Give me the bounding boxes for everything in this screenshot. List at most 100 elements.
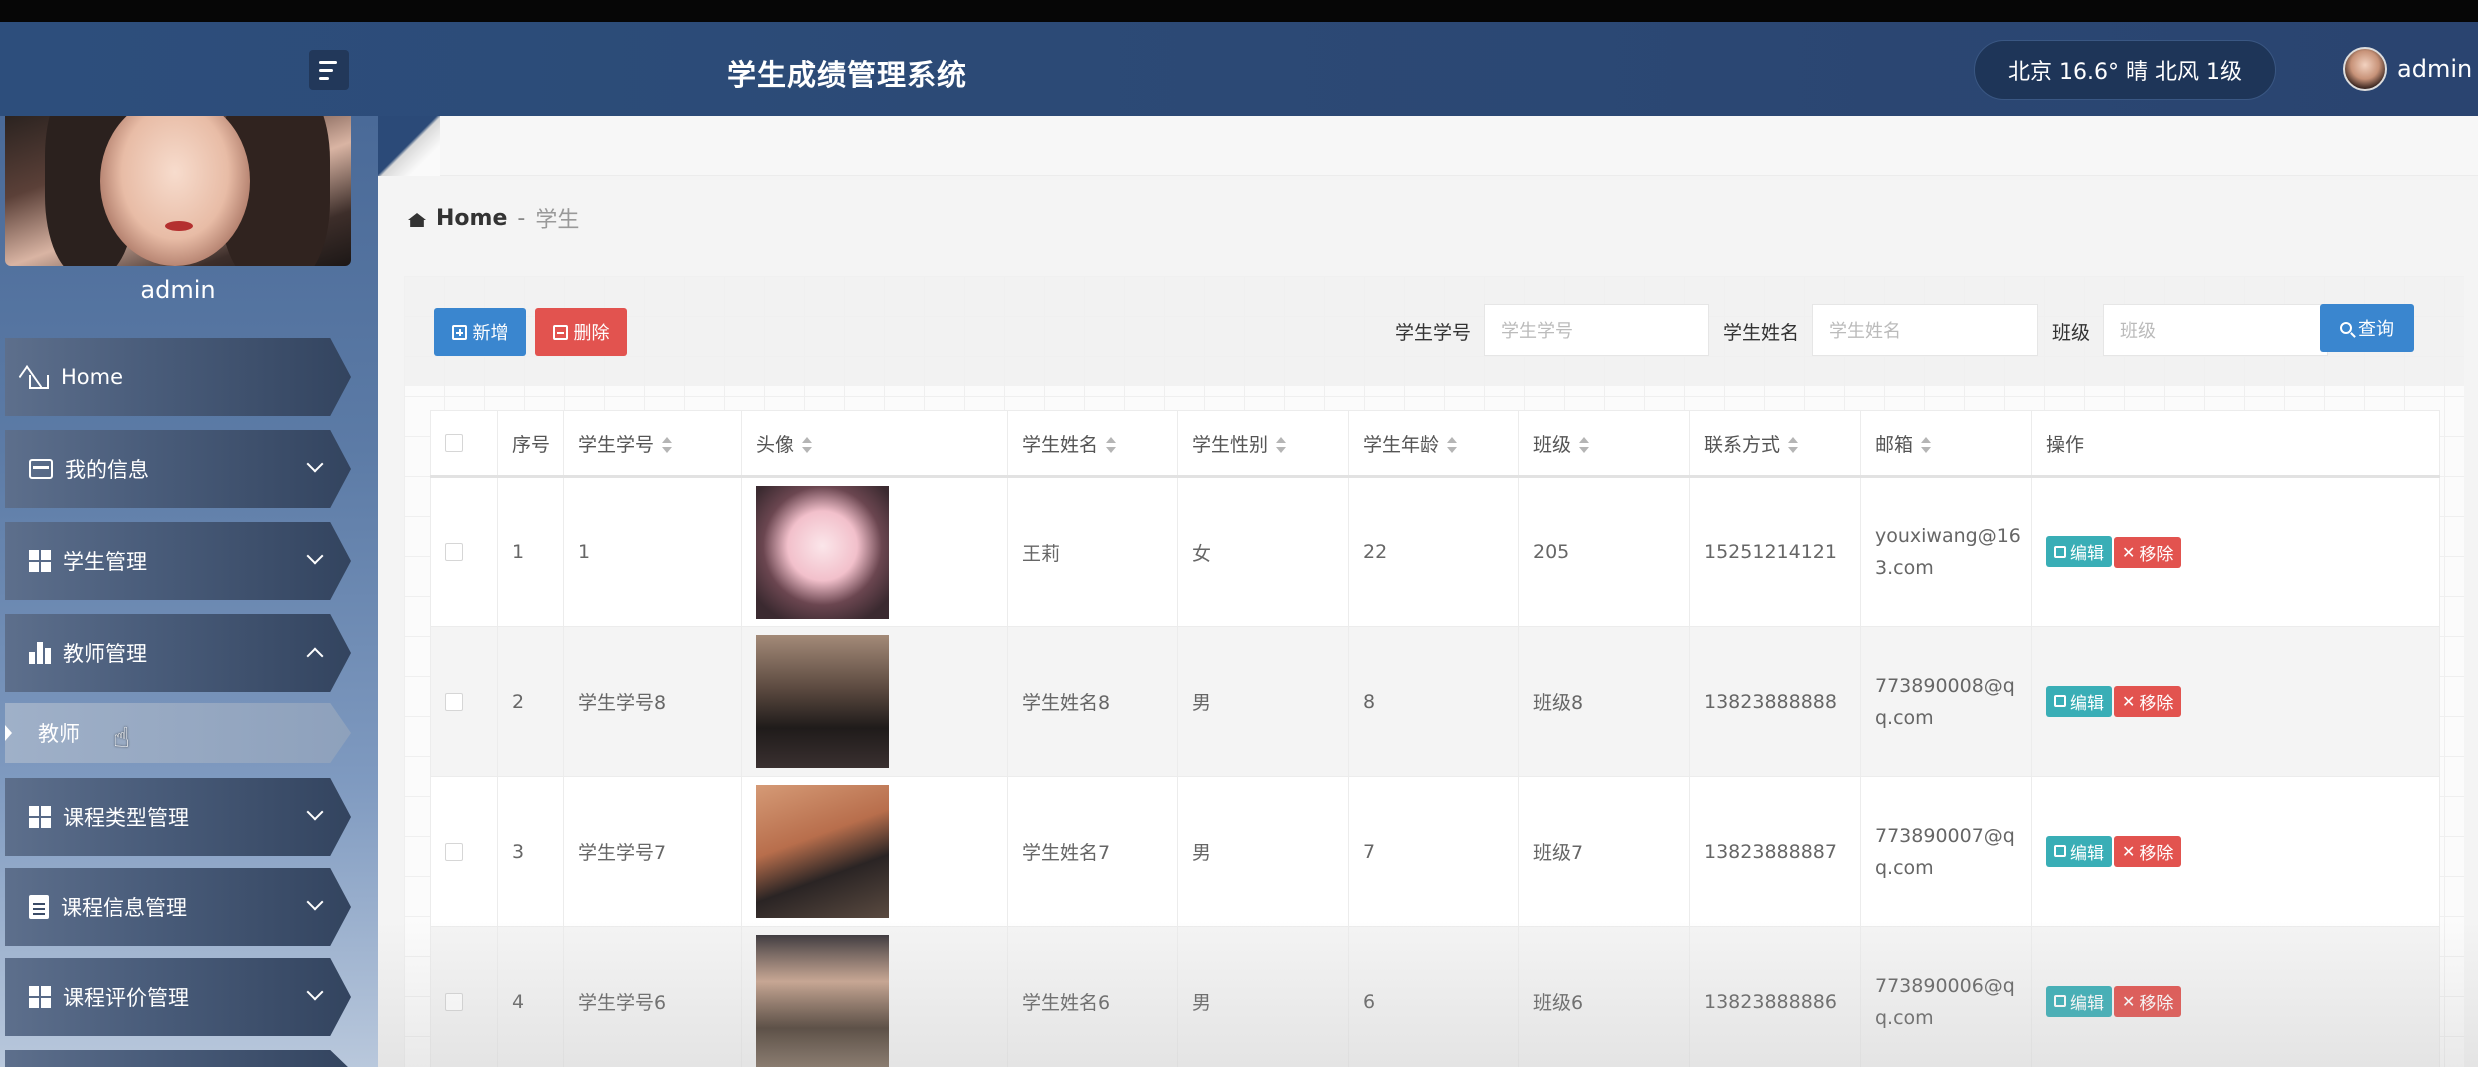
- menu-toggle-icon[interactable]: [309, 50, 349, 90]
- row-checkbox[interactable]: [445, 543, 463, 561]
- select-all-checkbox[interactable]: [445, 434, 463, 452]
- student-avatar-image: [756, 485, 889, 619]
- profile-photo: [5, 116, 351, 266]
- col-header-phone[interactable]: 联系方式: [1689, 410, 1861, 478]
- edit-button[interactable]: 编辑: [2046, 536, 2112, 568]
- class-input[interactable]: 班级: [2103, 304, 2328, 356]
- sidebar-item-home[interactable]: Home: [5, 338, 351, 416]
- user-menu[interactable]: admin ▼: [2343, 46, 2478, 92]
- sidebar-item-teacher-mgmt[interactable]: 教师管理: [5, 614, 351, 692]
- chevron-down-icon: [306, 893, 324, 911]
- sidebar-item-my-info[interactable]: 我的信息: [5, 430, 351, 508]
- cell-email: 773890006@qq.com: [1875, 974, 2015, 1029]
- sidebar-subitem-teacher[interactable]: 教师: [5, 703, 351, 763]
- breadcrumb-home[interactable]: Home: [436, 206, 507, 231]
- remove-button[interactable]: ✕ 移除: [2114, 986, 2182, 1018]
- edit-icon: [2054, 845, 2066, 858]
- filter-label-student-id: 学生学号: [1395, 322, 1472, 344]
- cell-student-name: 王莉: [1007, 476, 1178, 627]
- cell-student-name: 学生姓名7: [1007, 776, 1178, 927]
- cell-phone: 15251214121: [1689, 476, 1861, 627]
- cell-class: 205: [1518, 476, 1690, 627]
- close-icon: ✕: [2122, 542, 2136, 562]
- sort-icon[interactable]: [1788, 437, 1799, 453]
- col-header-actions: 操作: [2031, 410, 2440, 478]
- breadcrumb: Home - 学生: [408, 202, 579, 234]
- cell-phone: 13823888886: [1689, 926, 1861, 1067]
- main-content: Home - 学生 新增 删除 学生学号 学生学号 学生姓名 学生姓名 班级 班…: [378, 116, 2478, 1067]
- cell-student-id: 1: [563, 476, 742, 627]
- edit-button[interactable]: 编辑: [2046, 835, 2112, 867]
- student-avatar-image: [756, 935, 889, 1067]
- sidebar-item-label: 课程类型管理: [63, 806, 189, 830]
- remove-button[interactable]: ✕ 移除: [2114, 536, 2182, 568]
- edit-icon: [2054, 545, 2066, 558]
- delete-button[interactable]: 删除: [535, 308, 627, 356]
- cell-gender: 男: [1177, 776, 1349, 927]
- add-button-label: 新增: [472, 323, 509, 344]
- col-header-class[interactable]: 班级: [1518, 410, 1690, 478]
- row-checkbox[interactable]: [445, 842, 463, 861]
- sort-icon[interactable]: [1579, 437, 1590, 453]
- cell-age: 7: [1348, 776, 1519, 927]
- col-header-gender[interactable]: 学生性别: [1177, 410, 1349, 478]
- hand-cursor-icon: ☝: [113, 721, 131, 754]
- sort-icon[interactable]: [802, 437, 813, 453]
- sidebar-item-course-review-mgmt[interactable]: 课程评价管理: [5, 958, 351, 1036]
- table-row: 3 学生学号7 学生姓名7 男 7 班级7 13823888887 773890…: [430, 776, 2440, 927]
- chevron-up-icon: [306, 647, 324, 665]
- sidebar-item-course-type-mgmt[interactable]: 课程类型管理: [5, 778, 351, 856]
- cell-index: 1: [497, 476, 564, 627]
- col-header-age[interactable]: 学生年龄: [1348, 410, 1519, 478]
- col-header-avatar[interactable]: 头像: [741, 410, 1008, 478]
- card-icon: [29, 459, 53, 479]
- cell-age: 8: [1348, 626, 1519, 777]
- cell-class: 班级8: [1518, 626, 1690, 777]
- search-button-label: 查询: [2358, 319, 2394, 340]
- sort-icon[interactable]: [662, 437, 673, 453]
- sidebar-item-more[interactable]: [5, 1050, 351, 1067]
- student-id-input[interactable]: 学生学号: [1484, 304, 1709, 356]
- cell-age: 22: [1348, 476, 1519, 627]
- filter-label-class: 班级: [2052, 322, 2091, 344]
- remove-button[interactable]: ✕ 移除: [2114, 686, 2182, 718]
- cell-index: 4: [497, 926, 564, 1067]
- row-checkbox[interactable]: [445, 692, 463, 711]
- sort-icon[interactable]: [1106, 437, 1117, 453]
- col-header-email[interactable]: 邮箱: [1860, 410, 2032, 478]
- sort-icon[interactable]: [1447, 437, 1458, 453]
- clipboard-icon: [29, 895, 49, 919]
- avatar: [2343, 47, 2387, 91]
- col-header-student-id[interactable]: 学生学号: [563, 410, 742, 478]
- tab-bar: [378, 116, 2478, 176]
- sidebar-item-label: 学生管理: [63, 550, 147, 574]
- cell-index: 2: [497, 626, 564, 777]
- chevron-down-icon: [306, 455, 324, 473]
- col-header-index: 序号: [497, 410, 564, 478]
- cell-class: 班级6: [1518, 926, 1690, 1067]
- add-button[interactable]: 新增: [434, 308, 526, 356]
- breadcrumb-current: 学生: [535, 208, 580, 233]
- profile-name: admin: [140, 276, 216, 304]
- filter-label-student-name: 学生姓名: [1723, 322, 1800, 344]
- edit-button[interactable]: 编辑: [2046, 685, 2112, 717]
- page-curl: [378, 116, 440, 176]
- sidebar-item-course-info-mgmt[interactable]: 课程信息管理: [5, 868, 351, 946]
- sort-icon[interactable]: [1276, 437, 1287, 453]
- search-button[interactable]: 查询: [2320, 304, 2414, 352]
- student-name-input[interactable]: 学生姓名: [1812, 304, 2038, 356]
- col-header-student-name[interactable]: 学生姓名: [1007, 410, 1178, 478]
- sidebar-item-student-mgmt[interactable]: 学生管理: [5, 522, 351, 600]
- cell-student-name: 学生姓名8: [1007, 626, 1178, 777]
- sidebar-item-label: 教师管理: [63, 642, 147, 666]
- table-row: 4 学生学号6 学生姓名6 男 6 班级6 13823888886 773890…: [430, 926, 2440, 1067]
- search-icon: [2340, 322, 2352, 334]
- edit-button[interactable]: 编辑: [2046, 985, 2112, 1017]
- sort-icon[interactable]: [1921, 437, 1932, 453]
- remove-button[interactable]: ✕ 移除: [2114, 836, 2182, 868]
- grid-icon: [29, 806, 51, 828]
- home-icon: [29, 375, 49, 389]
- weather-widget: 北京 16.6° 晴 北风 1级: [1974, 40, 2276, 100]
- row-checkbox[interactable]: [445, 992, 463, 1011]
- cell-student-name: 学生姓名6: [1007, 926, 1178, 1067]
